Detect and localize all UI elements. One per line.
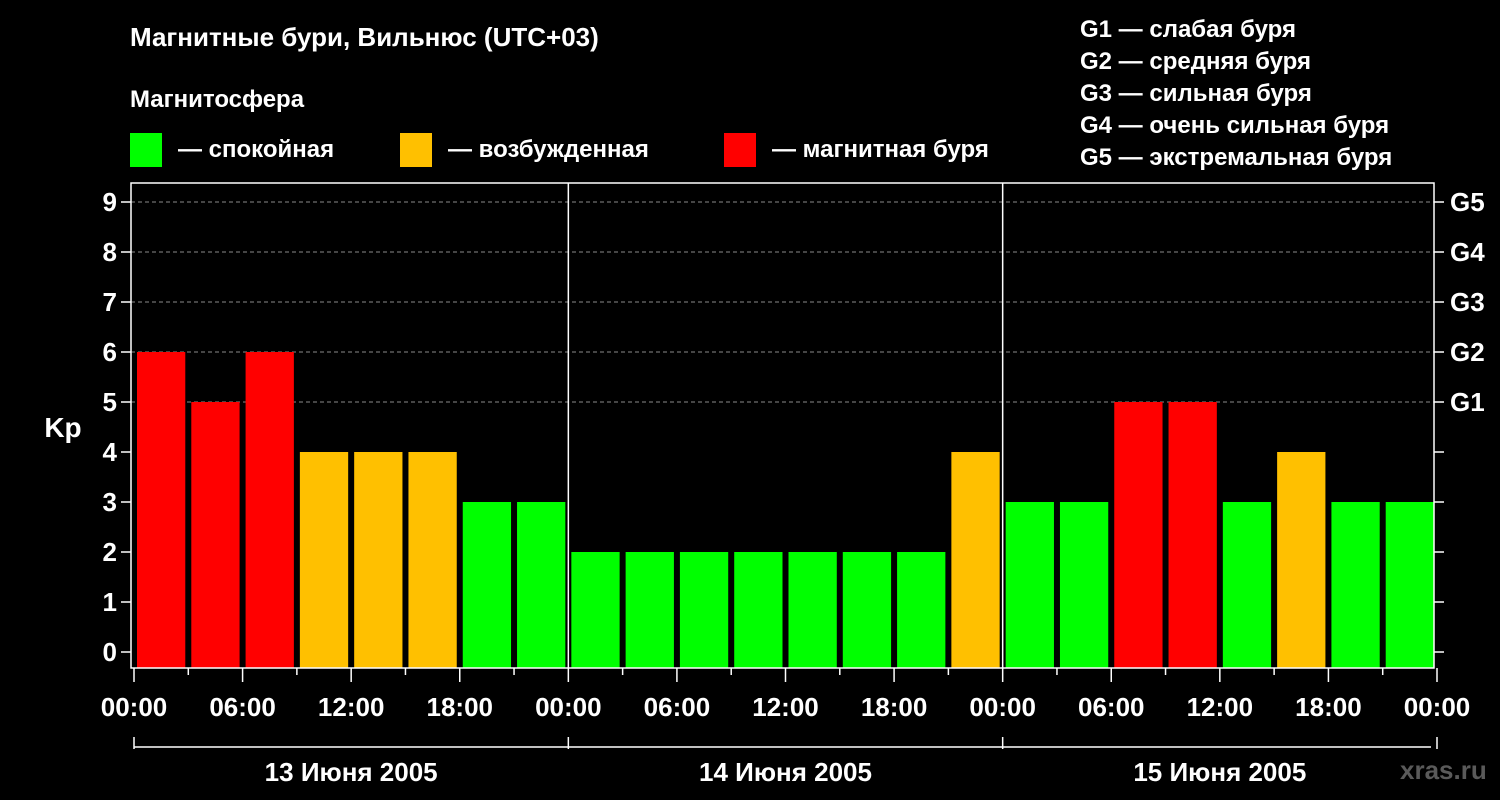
bar	[354, 452, 403, 668]
day-label: 13 Июня 2005	[265, 757, 438, 787]
bar	[137, 352, 186, 668]
g-tick-label: G3	[1450, 287, 1485, 317]
g-tick-label: G5	[1450, 187, 1485, 217]
chart-figure: Магнитные бури, Вильнюс (UTC+03) Магнито…	[0, 0, 1500, 800]
y-tick-label: 2	[103, 537, 117, 567]
bar	[679, 552, 729, 668]
bar	[897, 552, 946, 668]
y-tick-label: 7	[103, 287, 117, 317]
y-tick-label: 9	[103, 187, 117, 217]
x-tick-label: 06:00	[209, 692, 276, 722]
g-tick-label: G1	[1450, 387, 1485, 417]
day-label: 14 Июня 2005	[699, 757, 872, 787]
watermark: xras.ru	[1400, 755, 1487, 785]
bar	[245, 352, 294, 668]
bar	[571, 552, 620, 668]
x-tick-label: 12:00	[1187, 692, 1254, 722]
y-axis-label: Kp	[44, 412, 81, 443]
y-tick-label: 6	[103, 337, 117, 367]
bar	[1222, 502, 1272, 668]
x-tick-label: 00:00	[101, 692, 168, 722]
bar	[1168, 402, 1217, 668]
kp-bar-chart: 0 1 2 3 4 5 6 7 8 9 G1 G2 G3 G4 G5 Kp 00:00 06:00 12:00 18:…	[44, 182, 1485, 787]
g-tick-label: G4	[1450, 237, 1485, 267]
day-label: 15 Июня 2005	[1133, 757, 1306, 787]
x-tick-label: 18:00	[1295, 692, 1362, 722]
bar	[1114, 402, 1163, 668]
x-tick-label: 12:00	[318, 692, 385, 722]
bar	[408, 452, 457, 668]
y-tick-label: 4	[103, 437, 118, 467]
bar	[625, 552, 674, 668]
x-tick-label: 06:00	[1078, 692, 1145, 722]
x-tick-label: 12:00	[752, 692, 819, 722]
bar	[734, 552, 783, 668]
y-tick-label: 0	[103, 637, 117, 667]
bar	[951, 452, 1000, 668]
bar	[1277, 452, 1326, 668]
bar	[517, 502, 566, 668]
bar	[1005, 502, 1054, 668]
bar	[1385, 502, 1434, 668]
x-tick-label: 18:00	[427, 692, 494, 722]
x-tick-label: 00:00	[1404, 692, 1471, 722]
x-tick-label: 06:00	[644, 692, 711, 722]
g-tick-label: G2	[1450, 337, 1485, 367]
bar	[788, 552, 837, 668]
y-tick-label: 1	[103, 587, 117, 617]
bar	[1059, 502, 1109, 668]
y-tick-label: 3	[103, 487, 117, 517]
y-tick-label: 5	[103, 387, 117, 417]
x-tick-label: 00:00	[969, 692, 1036, 722]
bar	[191, 402, 240, 668]
bar	[842, 552, 892, 668]
bar	[462, 502, 512, 668]
x-tick-label: 18:00	[861, 692, 928, 722]
x-tick-label: 00:00	[535, 692, 602, 722]
bar	[1331, 502, 1380, 668]
bar	[299, 452, 349, 668]
y-tick-label: 8	[103, 237, 117, 267]
